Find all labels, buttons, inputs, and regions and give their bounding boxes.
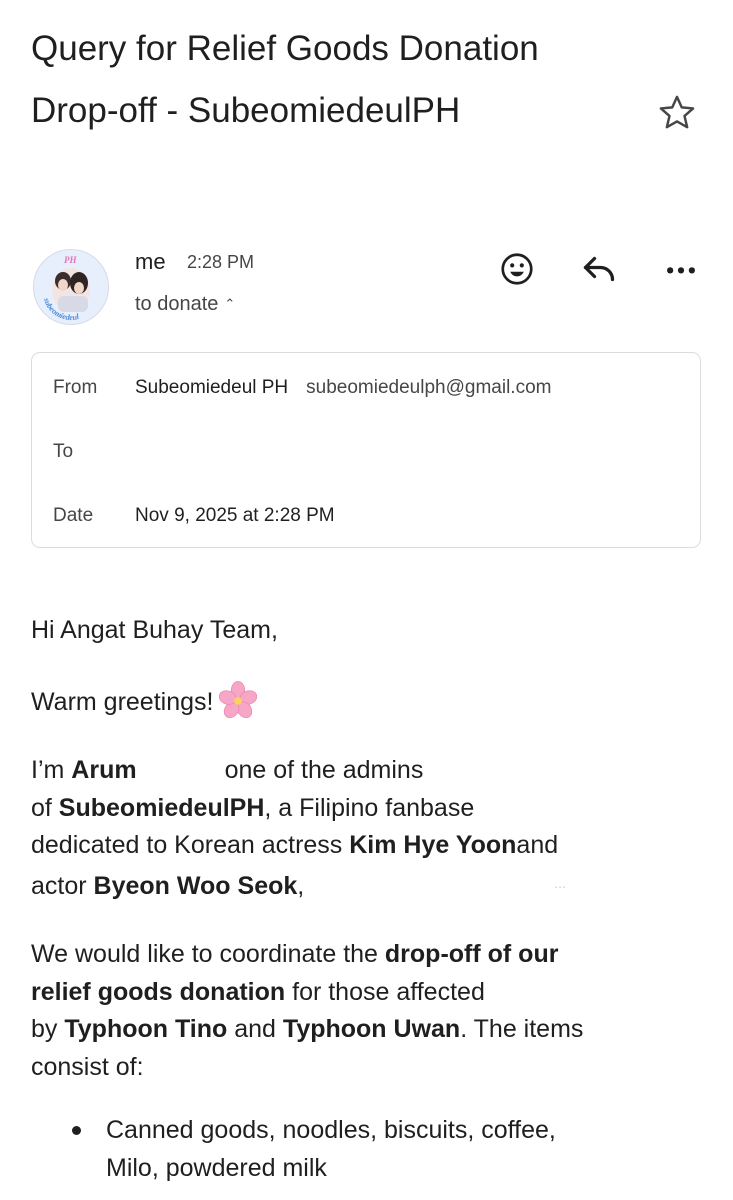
admin-name: Arum — [71, 756, 137, 784]
intro-text: and — [516, 831, 559, 859]
request-text: by — [31, 1015, 65, 1043]
chevron-up-icon: ⌃ — [224, 296, 236, 311]
from-name: Subeomiedeul PH — [135, 377, 289, 398]
recipient-toggle[interactable]: to donate ⌃ — [135, 293, 235, 316]
to-label: To — [53, 441, 74, 462]
date-value: Nov 9, 2025 at 2:28 PM — [135, 505, 335, 526]
intro-text: dedicated to Korean actress — [31, 831, 350, 859]
emoji-reaction-icon[interactable] — [499, 251, 535, 287]
request-text: consist of: — [31, 1052, 144, 1081]
list-item-text: Milo, powdered milk — [106, 1153, 327, 1182]
sent-time: 2:28 PM — [187, 252, 255, 272]
intro-text: of — [31, 793, 59, 822]
avatar-top-text: PH — [64, 255, 77, 265]
request-text: We would like to coordinate the — [31, 940, 385, 968]
donation-items-list: Canned goods, noodles, biscuits, coffee,… — [31, 1112, 711, 1187]
intro-text: I’m — [31, 756, 72, 784]
reply-icon[interactable] — [579, 251, 619, 287]
star-icon[interactable] — [656, 92, 698, 134]
details-from-row: From Subeomiedeul PH subeomiedeulph@gmail.… — [53, 377, 551, 399]
date-label: Date — [53, 505, 94, 526]
avatar[interactable]: PH subeomiedeul — [33, 249, 109, 325]
intro-text: one of the admins — [224, 756, 424, 784]
request-text: . The items — [460, 1015, 584, 1043]
actress-name: Kim Hye Yoon — [349, 831, 517, 859]
recipient-summary: to donate — [135, 293, 219, 315]
intro-text: actor — [31, 871, 94, 900]
typhoon-uwan: Typhoon Uwan — [282, 1015, 461, 1043]
intro-text: , — [297, 871, 305, 900]
request-paragraph: We would like to coordinate the drop-off… — [31, 936, 711, 1086]
request-bold: drop-off of our — [384, 940, 559, 968]
request-text: and — [227, 1015, 283, 1043]
actor-name: Byeon Woo Seok — [93, 871, 298, 900]
intro-paragraph: I’m Arum one of the admins of Subeomiedeu… — [31, 752, 711, 905]
typhoon-tino: Typhoon Tino — [64, 1015, 228, 1043]
email-body: Hi Angat Buhay Team, Warm greetings! I’m… — [31, 612, 711, 1187]
avatar-image: PH subeomiedeul — [34, 250, 108, 324]
bullet-icon — [72, 1126, 81, 1135]
request-bold: relief goods donation — [31, 977, 286, 1006]
intro-text: , a Filipino fanbase — [264, 793, 475, 822]
warm-greeting: Warm greetings! — [31, 687, 214, 716]
from-email[interactable]: subeomiedeulph@gmail.com — [306, 377, 551, 398]
fanbase-name: SubeomiedeulPH — [58, 793, 265, 822]
details-date-row: Date Nov 9, 2025 at 2:28 PM — [53, 505, 335, 527]
more-options-icon[interactable] — [662, 252, 700, 286]
email-subject: Query for Relief Goods Donation Drop-off… — [31, 29, 539, 130]
warm-greeting-line: Warm greetings! — [31, 680, 711, 722]
list-item-text: Canned goods, noodles, biscuits, coffee, — [106, 1116, 556, 1144]
sender-name: me — [135, 249, 166, 274]
cherry-blossom-icon — [219, 680, 258, 718]
list-item: Canned goods, noodles, biscuits, coffee,… — [31, 1112, 711, 1187]
greeting: Hi Angat Buhay Team, — [31, 616, 278, 644]
message-details-panel: From Subeomiedeul PH subeomiedeulph@gmail.… — [31, 352, 701, 548]
faded-text: ... — [554, 874, 566, 891]
details-to-row: To — [53, 441, 135, 463]
from-label: From — [53, 377, 98, 398]
request-text: for those affected — [285, 977, 485, 1006]
